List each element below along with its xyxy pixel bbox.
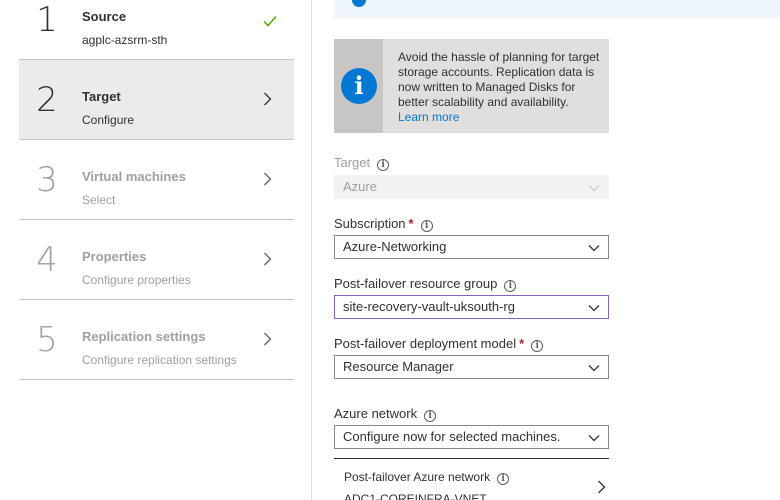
wizard-steps-panel: 1 Source agplc-azsrm-sth 2 Target Config… (0, 0, 312, 500)
azure-network-dropdown[interactable]: Configure now for selected machines. (334, 425, 609, 449)
failover-network-label: Post-failover Azure network i (344, 470, 510, 485)
step-subtitle: Configure (82, 113, 135, 127)
resource-group-dropdown[interactable]: site-recovery-vault-uksouth-rg (334, 295, 609, 319)
chevron-right-icon[interactable] (597, 480, 606, 494)
resource-group-value: site-recovery-vault-uksouth-rg (343, 299, 515, 314)
target-value: Azure (343, 179, 377, 194)
info-box-text: Avoid the hassle of planning for target … (398, 50, 603, 125)
step-number: 2 (36, 80, 58, 120)
step-title: Target (82, 89, 121, 104)
step-subtitle: Configure replication settings (82, 353, 237, 367)
required-marker: * (408, 216, 414, 231)
chevron-down-icon (588, 361, 600, 373)
info-icon[interactable]: i (531, 340, 544, 352)
azure-network-label-text: Azure network (334, 406, 418, 421)
step-title: Properties (82, 249, 147, 264)
chevron-right-icon (263, 332, 272, 346)
target-label-text: Target (334, 155, 371, 170)
step-title: Source (82, 9, 127, 24)
failover-network-value[interactable]: ADC1-COREINFRA-VNET (344, 492, 487, 500)
subscription-value: Azure-Networking (343, 239, 447, 254)
step-target[interactable]: 2 Target Configure (19, 60, 294, 140)
info-box-icon-area: i (334, 39, 383, 133)
step-number: 1 (36, 0, 58, 40)
azure-network-label: Azure network i (334, 406, 437, 422)
info-message: Avoid the hassle of planning for target … (398, 50, 600, 109)
target-dropdown: Azure (334, 175, 609, 199)
step-properties[interactable]: 4 Properties Configure properties (19, 220, 294, 300)
info-icon: i (341, 68, 377, 104)
checkmark-icon (263, 14, 277, 27)
deployment-model-value: Resource Manager (343, 359, 454, 374)
chevron-right-icon (263, 92, 272, 106)
step-subtitle: Configure properties (82, 273, 191, 287)
step-title: Virtual machines (82, 169, 186, 184)
info-icon[interactable]: i (424, 410, 437, 422)
chevron-right-icon (263, 172, 272, 186)
subscription-label-text: Subscription (334, 216, 406, 231)
subscription-dropdown[interactable]: Azure-Networking (334, 235, 609, 259)
azure-network-value: Configure now for selected machines. (343, 429, 561, 444)
info-icon[interactable]: i (420, 220, 433, 232)
section-divider (334, 458, 609, 459)
step-replication-settings[interactable]: 5 Replication settings Configure replica… (19, 300, 294, 380)
failover-network-label-text: Post-failover Azure network (344, 470, 491, 484)
learn-more-link[interactable]: Learn more (398, 110, 603, 125)
step-number: 5 (36, 320, 58, 360)
chevron-down-icon (588, 181, 600, 193)
deployment-model-label-text: Post-failover deployment model (334, 336, 517, 351)
managed-disks-info-box: i Avoid the hassle of planning for targe… (334, 39, 609, 133)
step-number: 4 (36, 240, 58, 280)
step-subtitle: agplc-azsrm-sth (82, 33, 168, 47)
info-icon (352, 0, 366, 7)
step-source[interactable]: 1 Source agplc-azsrm-sth (19, 0, 294, 60)
chevron-right-icon (263, 252, 272, 266)
deployment-model-label: Post-failover deployment model * i (334, 336, 544, 352)
info-icon[interactable]: i (497, 473, 510, 485)
target-form: i Avoid the hassle of planning for targe… (313, 0, 780, 500)
step-title: Replication settings (82, 329, 206, 344)
deployment-model-dropdown[interactable]: Resource Manager (334, 355, 609, 379)
target-label: Target i (334, 155, 390, 171)
resource-group-label-text: Post-failover resource group (334, 276, 498, 291)
step-number: 3 (36, 160, 58, 200)
chevron-down-icon (588, 301, 600, 313)
chevron-down-icon (588, 241, 600, 253)
info-banner (334, 0, 780, 19)
info-icon[interactable]: i (377, 159, 390, 171)
info-icon[interactable]: i (504, 280, 517, 292)
required-marker: * (519, 336, 525, 351)
chevron-down-icon (588, 431, 600, 443)
resource-group-label: Post-failover resource group i (334, 276, 517, 292)
subscription-label: Subscription * i (334, 216, 433, 232)
step-virtual-machines[interactable]: 3 Virtual machines Select (19, 140, 294, 220)
step-subtitle: Select (82, 193, 116, 207)
